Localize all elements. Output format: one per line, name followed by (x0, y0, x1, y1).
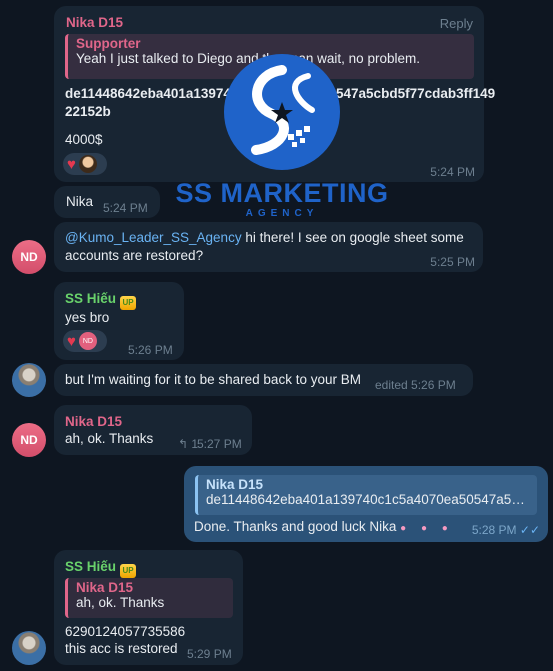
sender-name[interactable]: SS Hiếu UP (65, 291, 137, 310)
sender-name[interactable]: Nika D15 (65, 414, 122, 429)
reply-quote[interactable]: Supporter Yeah I just talked to Diego an… (65, 34, 474, 79)
message-bubble-nika[interactable]: Nika 5:24 PM (54, 186, 160, 218)
avatar-nd[interactable]: ND (12, 240, 46, 274)
message-time-value: 5:28 PM (471, 523, 517, 537)
message-text-rest: hi there! I see on google sheet some (241, 230, 464, 245)
reactor-avatar: ND (78, 332, 97, 350)
message-time-edited: edited 5:26 PM (375, 378, 456, 392)
watermark-subtitle: AGENCY (245, 208, 319, 219)
message-time: 5:26 PM (128, 343, 173, 357)
quote-sender: Nika D15 (206, 477, 264, 492)
message-time: 5:25 PM (430, 255, 475, 269)
reply-count[interactable]: ↰ 1 (178, 437, 198, 451)
sender-name-text: SS Hiếu (65, 559, 117, 574)
message-bubble-restored[interactable]: SS Hiếu UP Nika D15 ah, ok. Thanks 629012… (54, 550, 243, 665)
message-bubble-outgoing[interactable]: Nika D15 de11448642eba401a139740c1c5a407… (184, 466, 548, 542)
up-badge-icon: UP (120, 296, 137, 310)
message-text: yes bro (65, 310, 110, 325)
quote-text: ah, ok. Thanks (76, 595, 165, 610)
quote-sender: Nika D15 (76, 580, 134, 595)
quote-sender: Supporter (76, 36, 141, 51)
message-time: 5:24 PM (430, 165, 475, 179)
message-text-line1: 6290124057735586 (65, 624, 186, 639)
message-bubble-thanks[interactable]: Nika D15 ah, ok. Thanks ↰ 1 5:27 PM (54, 405, 252, 455)
amount-text: 4000$ (65, 132, 103, 147)
message-text: Nika (66, 194, 94, 209)
message-text-line2: accounts are restored? (65, 248, 204, 263)
message-bubble-waiting[interactable]: but I'm waiting for it to be shared back… (54, 364, 473, 396)
message-text: @Kumo_Leader_SS_Agency hi there! I see o… (65, 229, 464, 247)
sender-name[interactable]: Nika D15 (66, 15, 123, 30)
message-text: Done. Thanks and good luck Nika ● ● ● (194, 518, 454, 538)
reply-quote[interactable]: Nika D15 ah, ok. Thanks (65, 578, 233, 618)
message-bubble-question[interactable]: @Kumo_Leader_SS_Agency hi there! I see o… (54, 222, 483, 272)
avatar-nd[interactable]: ND (12, 423, 46, 457)
up-badge-icon: UP (120, 564, 137, 578)
reply-arrow-icon: ↰ (178, 437, 189, 451)
reactions[interactable]: ♥ (63, 153, 107, 175)
heart-icon: ♥ (67, 155, 76, 173)
avatar-hieu[interactable] (12, 363, 46, 397)
quote-text: Yeah I just talked to Diego and they can… (76, 51, 420, 66)
message-text-body: Done. Thanks and good luck Nika (194, 519, 397, 534)
sender-name[interactable]: SS Hiếu UP (65, 559, 137, 578)
message-time: 5:27 PM (197, 437, 242, 451)
reply-label[interactable]: Reply (440, 16, 473, 31)
message-time: 5:28 PM ✓✓ (472, 523, 540, 537)
message-text: ah, ok. Thanks (65, 431, 154, 446)
hash-text-line2: 22152b (65, 104, 111, 119)
message-bubble-hieu[interactable]: SS Hiếu UP yes bro ♥ ND 5:26 PM (54, 282, 184, 360)
watermark-title: SS MARKETING (175, 178, 389, 208)
quote-text: de11448642eba401a139740c1c5a4070ea50547a… (206, 492, 529, 507)
hash-text-line1: de11448642eba401a139740c1c5a4070ea50547a… (65, 86, 496, 101)
message-time: 5:29 PM (187, 647, 232, 661)
sender-name-text: SS Hiếu (65, 291, 117, 306)
heart-icon: ♥ (67, 332, 76, 350)
message-time: 5:24 PM (103, 201, 148, 215)
reply-quote[interactable]: Nika D15 de11448642eba401a139740c1c5a407… (195, 475, 537, 515)
pink-dots-icon: ● ● ● (400, 523, 454, 534)
double-check-icon: ✓✓ (519, 523, 540, 537)
message-bubble-nika-quote[interactable]: Nika D15 Reply Supporter Yeah I just tal… (54, 6, 495, 182)
reactions[interactable]: ♥ ND (63, 330, 107, 352)
mention-link[interactable]: @Kumo_Leader_SS_Agency (65, 230, 242, 245)
avatar-hieu[interactable] (12, 631, 46, 665)
message-text: but I'm waiting for it to be shared back… (65, 372, 361, 387)
message-text-line2: this acc is restored (65, 641, 178, 656)
reactor-avatar (78, 155, 97, 173)
